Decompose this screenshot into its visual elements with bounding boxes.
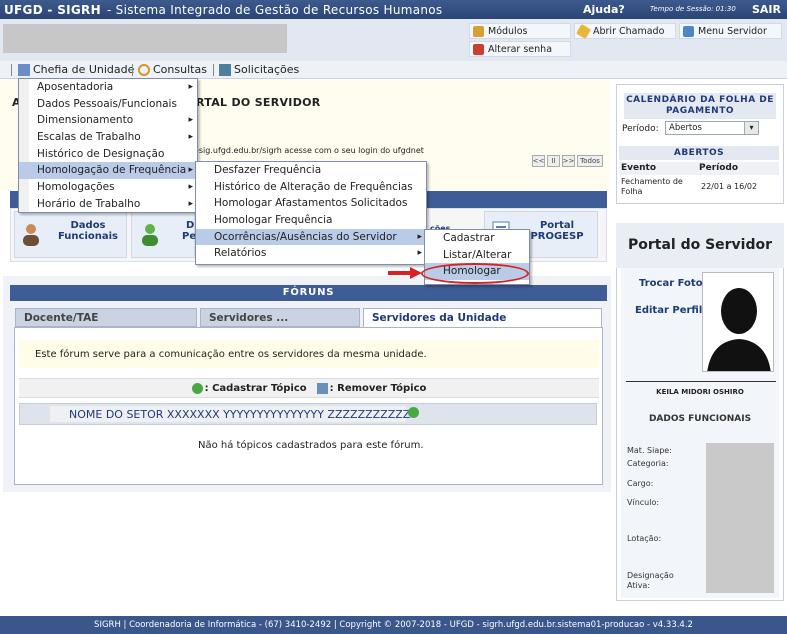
system-title: UFGD - SIGRH - Sistema Integrado de Gestã… [4,3,443,17]
redacted-fields [706,443,774,593]
menu-item-homologar-frequencia[interactable]: Homologar Frequência [196,212,426,229]
menu-separator [213,64,214,76]
menu-chefia-de-unidade[interactable]: Chefia de Unidade [18,63,134,76]
news-pager: << II >> Todos [532,155,603,167]
redacted-user-info [3,24,287,53]
menu-item-horario-trabalho[interactable]: Horário de Trabalho [19,196,197,213]
menu-consultas[interactable]: Consultas [138,63,207,76]
login-note: -sig.ufgd.edu.br/sigrh acesse com o seu … [196,146,424,155]
trocar-foto-link[interactable]: Trocar Foto [639,278,703,289]
remove-topic-button[interactable]: : Remover Tópico [316,382,426,394]
menu-item-aposentadoria[interactable]: Aposentadoria [19,79,197,96]
user-icon [23,224,39,246]
tab-docente-tae[interactable]: Docente/TAE [15,308,197,327]
dados-funcionais-heading: DADOS FUNCIONAIS [648,414,752,424]
pager-next-button[interactable]: >> [562,155,575,167]
forum-title: FÓRUNS [10,285,607,301]
dados-funcionais-card[interactable]: Dados Funcionais [14,211,127,258]
tab-servidores-da-unidade[interactable]: Servidores da Unidade [363,308,602,327]
help-link[interactable]: Ajuda? [583,3,625,16]
chevron-down-icon: ▾ [744,122,758,134]
menu-icon [683,25,694,37]
field-cargo: Cargo: [627,479,654,488]
logout-link[interactable]: SAIR [752,3,781,16]
editar-perfil-link[interactable]: Editar Perfil [635,305,702,316]
abertos-header: ABERTOS [619,146,779,160]
calendar-table-header: Evento Período [619,162,779,175]
homologacao-dropdown: Desfazer Frequência Histórico de Alteraç… [195,161,427,265]
menu-item-homologacoes[interactable]: Homologações [19,179,197,196]
add-icon [191,382,203,394]
pager-pause-button[interactable]: II [547,155,560,167]
avatar-silhouette-icon [707,288,771,371]
menu-item-escalas[interactable]: Escalas de Trabalho [19,129,197,146]
modulos-button[interactable]: Módulos [469,23,571,39]
field-mat-siape: Mat. Siape: [627,446,672,455]
portal-box-title: Portal do Servidor [616,223,784,268]
footer: SIGRH | Coordenadoria de Informática - (… [0,616,787,634]
divider [626,381,776,382]
key-icon [473,43,484,55]
forum-actions: : Cadastrar Tópico : Remover Tópico [19,378,599,398]
user-green-icon [142,224,158,246]
alterar-senha-button[interactable]: Alterar senha [469,41,571,57]
menu-item-dimensionamento[interactable]: Dimensionamento [19,112,197,129]
menu-separator [11,64,12,76]
menu-separator [132,64,133,76]
calendar-title: CALENDÁRIO DA FOLHA DE PAGAMENTO [624,93,776,119]
people-icon [18,63,30,76]
document-icon [219,63,231,76]
pencil-icon [575,23,592,39]
field-vinculo: Vínculo: [627,498,660,507]
periodo-select[interactable]: Abertos ▾ [665,121,759,135]
red-arrow-icon [388,267,422,279]
menu-item-listar-alterar[interactable]: Listar/Alterar [425,247,529,264]
empty-topics-message: Não há tópicos cadastrados para este fór… [198,440,424,451]
abrir-chamado-button[interactable]: Abrir Chamado [574,23,676,39]
profile-photo [702,272,774,372]
add-sector-topic-icon[interactable] [408,407,419,418]
user-name: KEILA MIDORI OSHIRO [656,388,744,396]
forum-description: Este fórum serve para a comunicação entr… [19,340,599,368]
field-lotacao: Lotação: [627,534,662,543]
menu-item-desfazer-frequencia[interactable]: Desfazer Frequência [196,162,426,179]
field-categoria: Categoria: [627,459,669,468]
sector-name: NOME DO SETOR XXXXXXX YYYYYYYYYYYYYYY ZZ… [69,408,411,421]
periodo-label: Período: [622,124,659,134]
portal-title: RTAL DO SERVIDOR [196,96,321,109]
menu-item-cadastrar[interactable]: Cadastrar [425,230,529,247]
search-icon [138,63,150,76]
pager-all-button[interactable]: Todos [577,155,603,167]
top-bar: UFGD - SIGRH - Sistema Integrado de Gestã… [0,0,787,19]
tab-servidores[interactable]: Servidores ... [200,308,360,327]
menu-item-dados-pessoais[interactable]: Dados Pessoais/Funcionais [19,96,197,113]
menu-item-homologar-afastamentos[interactable]: Homologar Afastamentos Solicitados [196,195,426,212]
menu-item-homologacao-frequencia[interactable]: Homologação de Frequência [19,162,197,180]
chefia-dropdown: Aposentadoria Dados Pessoais/Funcionais … [18,78,198,213]
menu-item-historico-designacao[interactable]: Histórico de Designação [19,146,197,163]
pager-first-button[interactable]: << [532,155,545,167]
session-timer: Tempo de Sessão: 01:30 [650,5,736,13]
menu-item-relatorios[interactable]: Relatórios [196,245,426,262]
modules-icon [473,25,484,37]
trash-icon [316,382,328,394]
menu-servidor-button[interactable]: Menu Servidor [679,23,782,39]
highlight-ellipse [421,263,529,284]
menu-item-ocorrencias[interactable]: Ocorrências/Ausências do Servidor [196,228,426,246]
menu-solicitacoes[interactable]: Solicitações [219,63,299,76]
dados-pessoais-card[interactable]: D Pe [131,211,196,258]
add-topic-button[interactable]: : Cadastrar Tópico [191,382,307,394]
field-designacao: Designação Ativa: [627,571,674,590]
menu-item-historico-alteracao[interactable]: Histórico de Alteração de Frequências [196,179,426,196]
